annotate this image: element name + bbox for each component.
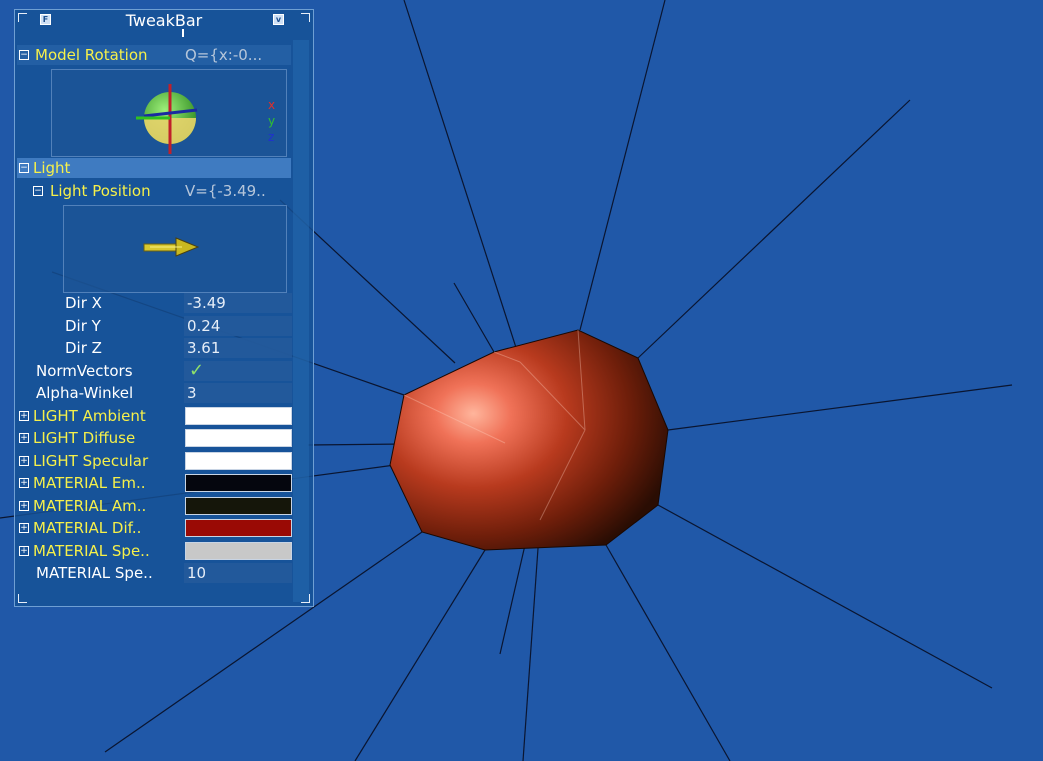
light-diffuse-swatch[interactable] [185,429,292,447]
dir-z-label: Dir Z [65,339,102,357]
material-shininess-label: MATERIAL Spe.. [36,564,153,582]
material-specular-label: MATERIAL Spe.. [33,542,150,560]
expand-icon[interactable]: + [19,546,29,556]
light-position-value[interactable]: V={-3.49.. [185,181,266,201]
rotation-gizmo[interactable]: x y z [51,69,287,157]
light-specular-row[interactable]: + LIGHT Specular [17,451,292,471]
dir-y-row[interactable]: Dir Y 0.24 [17,316,292,336]
light-specular-label: LIGHT Specular [33,452,149,470]
norm-vectors-label: NormVectors [36,362,133,380]
material-ambient-row[interactable]: + MATERIAL Am.. [17,496,292,516]
model-rotation-value[interactable]: Q={x:-0... [185,45,262,65]
light-specular-swatch[interactable] [185,452,292,470]
tweakbar-titlebar[interactable]: F TweakBar v [15,10,313,37]
dir-y-label: Dir Y [65,317,101,335]
expand-icon[interactable]: + [19,523,29,533]
dir-z-row[interactable]: Dir Z 3.61 [17,338,292,358]
light-group-row[interactable]: − Light [17,158,291,178]
dir-y-input[interactable]: 0.24 [184,316,292,336]
alpha-winkel-label: Alpha-Winkel [36,384,134,402]
rotation-sphere-icon [136,84,198,154]
alpha-winkel-row[interactable]: Alpha-Winkel 3 [17,383,292,403]
direction-arrow-icon [143,237,200,257]
tweakbar-title: TweakBar [125,11,203,30]
scrollbar[interactable] [293,40,309,602]
material-emission-swatch[interactable] [185,474,292,492]
expand-icon[interactable]: + [19,411,29,421]
light-position-row[interactable]: − Light Position V={-3.49.. [17,181,291,201]
light-ambient-label: LIGHT Ambient [33,407,146,425]
dir-x-label: Dir X [65,294,102,312]
material-ambient-swatch[interactable] [185,497,292,515]
material-diffuse-row[interactable]: + MATERIAL Dif.. [17,518,292,538]
axis-z-label: z [268,130,275,144]
light-diffuse-row[interactable]: + LIGHT Diffuse [17,428,292,448]
expand-icon[interactable]: + [19,478,29,488]
material-specular-swatch[interactable] [185,542,292,560]
material-shininess-row[interactable]: MATERIAL Spe.. 10 [17,563,292,583]
model-rotation-row[interactable]: − Model Rotation Q={x:-0... [17,45,291,65]
light-diffuse-label: LIGHT Diffuse [33,429,136,447]
light-ambient-swatch[interactable] [185,407,292,425]
light-position-label: Light Position [50,182,151,200]
alpha-winkel-input[interactable]: 3 [184,383,292,403]
expand-icon[interactable]: + [19,433,29,443]
collapse-icon[interactable]: − [19,50,29,60]
dir-z-input[interactable]: 3.61 [184,338,292,358]
material-diffuse-swatch[interactable] [185,519,292,537]
collapse-icon[interactable]: − [19,163,29,173]
axis-y-label: y [268,114,276,128]
minimize-button[interactable]: v [273,14,284,25]
direction-gizmo[interactable] [63,205,287,293]
material-specular-row[interactable]: + MATERIAL Spe.. [17,541,292,561]
expand-icon[interactable]: + [19,501,29,511]
axis-x-label: x [268,98,276,112]
dir-x-input[interactable]: -3.49 [184,293,292,313]
dir-x-row[interactable]: Dir X -3.49 [17,293,292,313]
material-emission-label: MATERIAL Em.. [33,474,146,492]
material-diffuse-label: MATERIAL Dif.. [33,519,142,537]
collapse-icon[interactable]: − [33,186,43,196]
expand-icon[interactable]: + [19,456,29,466]
material-ambient-label: MATERIAL Am.. [33,497,147,515]
model-rotation-label: Model Rotation [35,46,148,64]
norm-vectors-row[interactable]: NormVectors ✓ [17,361,292,381]
corner-bottom-left[interactable] [18,594,27,603]
material-shininess-input[interactable]: 10 [184,563,292,583]
norm-vectors-checkbox[interactable]: ✓ [189,361,204,381]
material-emission-row[interactable]: + MATERIAL Em.. [17,473,292,493]
title-marker [182,29,184,37]
tweakbar-panel[interactable]: F TweakBar v − Model Rotation Q={x:-0...… [14,9,314,607]
light-group-label: Light [33,159,71,177]
light-ambient-row[interactable]: + LIGHT Ambient [17,406,292,426]
shaded-3d-object[interactable] [389,329,669,551]
